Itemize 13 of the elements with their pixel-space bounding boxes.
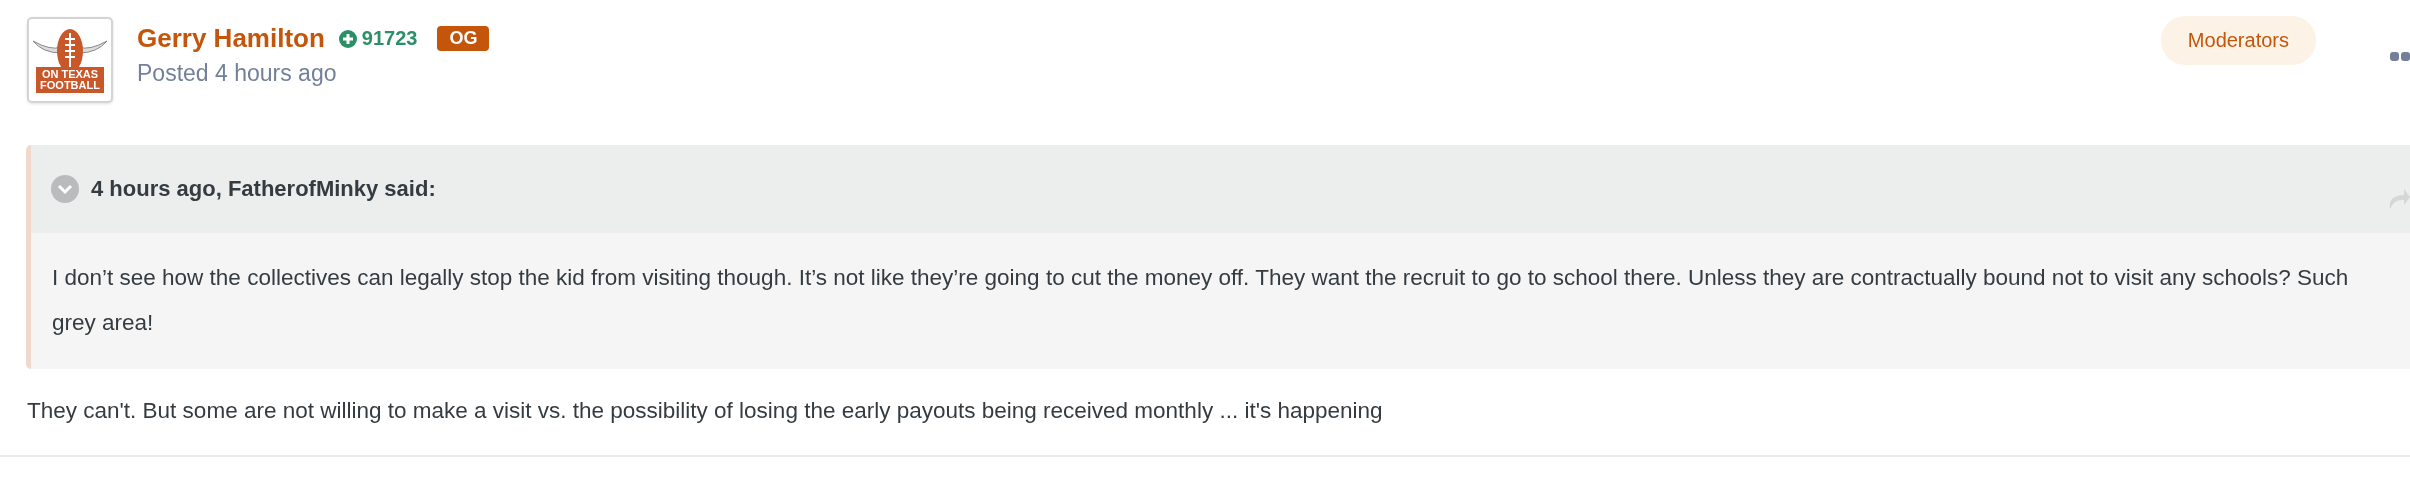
chevron-down-icon[interactable] [51,175,79,203]
plus-icon [338,29,357,48]
author-name[interactable]: Gerry Hamilton [137,23,325,54]
group-badge: Moderators [2160,16,2316,65]
reputation-count: 91723 [338,27,418,50]
avatar-logo-text: ON TEXAS FOOTBALL [36,67,104,93]
quote-citation: 4 hours ago, FatherofMinky said: [91,176,436,202]
post-time[interactable]: Posted 4 hours ago [137,60,490,87]
post-text: They can't. But some are not willing to make a visit vs. the possibility of losing the early payouts being received monthly ... it's happening [27,398,1383,423]
more-options-icon[interactable] [2390,52,2410,62]
og-badge: OG [437,26,490,51]
quote-text: I don’t see how the collectives can legally stop the kid from visiting though. It’s not like they’re going to cut the money off. They want the recruit to go to school there. Unless they are contractually bound not to visit any schools? Such grey area! [52,265,2349,335]
avatar[interactable]: ON TEXAS FOOTBALL [27,17,113,103]
